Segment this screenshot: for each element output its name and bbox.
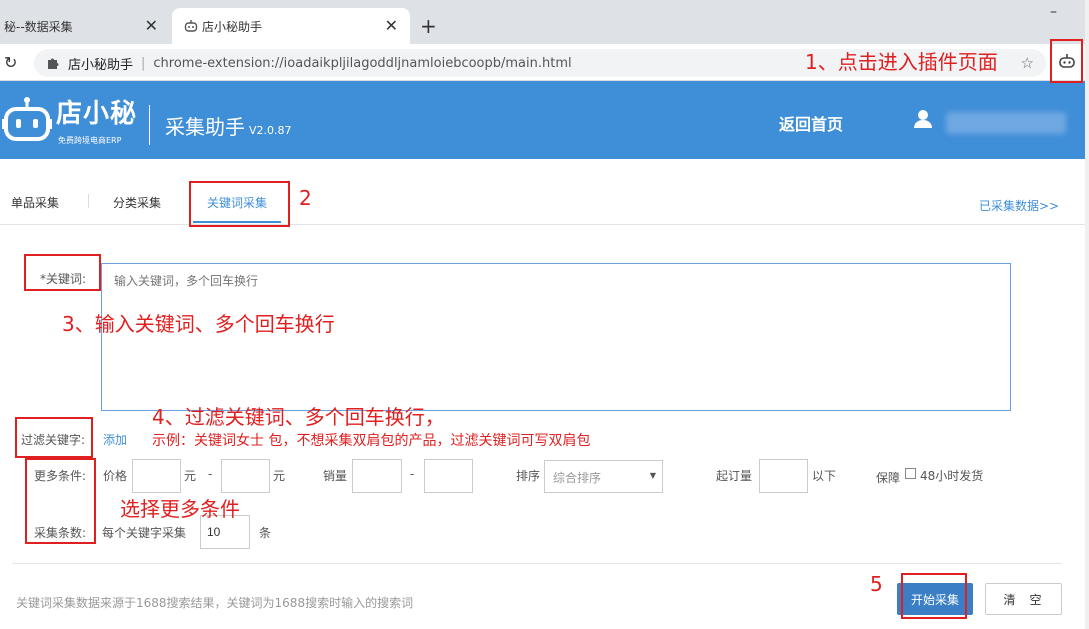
collect-count-unit: 条 <box>259 526 272 540</box>
close-icon[interactable]: ✕ <box>145 16 158 35</box>
close-icon[interactable]: ✕ <box>385 16 398 35</box>
app-title-text: 采集助手 <box>165 115 245 139</box>
user-name-blurred <box>946 112 1066 134</box>
ship-48h-label: 48小时发货 <box>920 469 984 483</box>
annotation-box-conditions <box>25 458 96 544</box>
collected-data-link[interactable]: 已采集数据>> <box>979 197 1059 214</box>
annotation-box-start-button <box>901 573 967 619</box>
min-order-label: 起订量 <box>716 469 753 483</box>
logo-subtitle: 免费跨境电商ERP <box>58 136 122 145</box>
annotation-step4: 4、过滤关键词、多个回车换行， <box>152 405 445 429</box>
sales-max-input[interactable] <box>424 459 473 493</box>
price-dash: - <box>208 467 213 481</box>
url-text: chrome-extension://ioadaikpljilagoddljna… <box>153 55 572 71</box>
annotation-step5: 5 <box>870 572 883 596</box>
sort-select[interactable]: 综合排序 ▼ <box>544 460 663 493</box>
sort-selected-value: 综合排序 <box>553 471 602 485</box>
add-filter-link[interactable]: 添加 <box>103 431 127 448</box>
browser-tab-strip: 秘--数据采集 ✕ 店小秘助手 ✕ + – <box>0 0 1089 44</box>
puzzle-icon <box>48 58 59 69</box>
header-divider <box>149 105 150 145</box>
per-keyword-label: 每个关键字采集 <box>102 526 187 540</box>
minimize-icon[interactable]: – <box>1050 4 1057 20</box>
annotation-step1: 1、点击进入插件页面 <box>805 50 998 74</box>
collect-mode-tabs: 单品采集 分类采集 关键词采集 已采集数据>> <box>0 180 1085 225</box>
omnibox-separator: | <box>141 55 146 71</box>
annotation-step3: 3、输入关键词、多个回车换行 <box>62 312 335 336</box>
annotation-box-extension <box>1050 39 1083 83</box>
browser-tab-title: 店小秘助手 <box>202 19 263 34</box>
new-tab-button[interactable]: + <box>420 14 437 38</box>
home-link[interactable]: 返回首页 <box>779 111 843 135</box>
app-header: 店小秘 免费跨境电商ERP 采集助手 V2.0.87 返回首页 <box>0 81 1089 159</box>
min-order-input[interactable] <box>759 459 808 493</box>
tab-single-product[interactable]: 单品采集 <box>11 194 59 211</box>
app-version: V2.0.87 <box>249 124 292 137</box>
ship-48h-checkbox[interactable] <box>905 468 916 479</box>
price-label: 价格 <box>103 469 128 483</box>
annotation-step2: 2 <box>299 186 312 210</box>
user-icon[interactable] <box>913 109 933 129</box>
bookmark-star-icon[interactable]: ☆ <box>1021 54 1034 72</box>
robot-logo-icon <box>2 97 52 141</box>
annotation-box-keyword-tab <box>189 181 290 227</box>
sort-label: 排序 <box>516 469 541 483</box>
source-footnote: 关键词采集数据来源于1688搜索结果，关键词为1688搜索时输入的搜索词 <box>16 596 414 610</box>
browser-tab-title: 秘--数据采集 <box>4 19 73 34</box>
browser-tab-data-collect[interactable]: 秘--数据采集 ✕ <box>0 8 170 44</box>
clear-button[interactable]: 清空 <box>985 583 1062 615</box>
price-min-input[interactable] <box>132 459 181 493</box>
annotation-more-hint: 选择更多条件 <box>120 497 240 521</box>
scrollbar[interactable] <box>1085 0 1089 629</box>
min-order-below: 以下 <box>812 469 837 483</box>
annotation-box-keyword-label <box>24 254 101 291</box>
price-max-input[interactable] <box>221 459 270 493</box>
app-title: 采集助手 V2.0.87 <box>165 111 292 140</box>
robot-icon <box>184 20 198 32</box>
sales-min-input[interactable] <box>352 459 402 493</box>
extension-name: 店小秘助手 <box>68 57 134 73</box>
price-max-unit: 元 <box>273 469 286 483</box>
form-divider <box>12 563 1062 564</box>
browser-tab-helper[interactable]: 店小秘助手 ✕ <box>172 8 410 44</box>
reload-icon[interactable]: ↻ <box>4 53 17 72</box>
price-min-unit: 元 <box>184 469 197 483</box>
tab-separator <box>88 194 89 208</box>
tab-category[interactable]: 分类采集 <box>113 194 161 211</box>
dropdown-caret-icon: ▼ <box>649 471 656 480</box>
sales-dash: - <box>410 467 415 481</box>
annotation-step4-example: 示例：关键词女士 包，不想采集双肩包的产品，过滤关键词可写双肩包 <box>152 433 591 449</box>
logo-name: 店小秘 <box>56 99 138 129</box>
annotation-box-filter-label <box>15 417 93 458</box>
keyword-input[interactable] <box>101 263 1011 411</box>
sales-label: 销量 <box>323 469 348 483</box>
guarantee-label: 保障 <box>876 471 901 485</box>
